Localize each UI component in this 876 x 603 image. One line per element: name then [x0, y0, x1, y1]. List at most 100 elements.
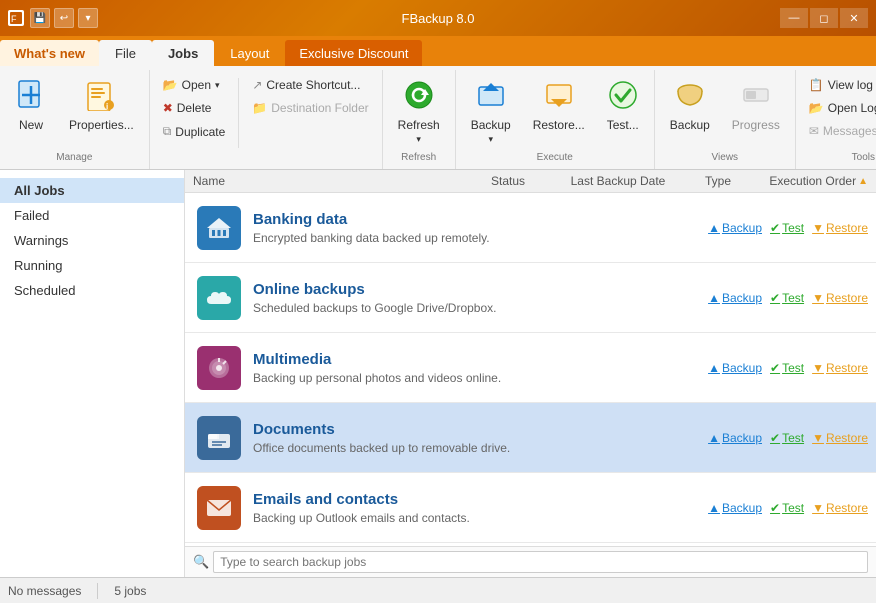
test-action-multimedia[interactable]: ✔ Test: [770, 361, 804, 375]
restore-action-cloud[interactable]: ▼ Restore: [812, 291, 868, 305]
job-desc-emails: Backing up Outlook emails and contacts.: [253, 511, 640, 525]
backup-action-documents[interactable]: ▲ Backup: [708, 431, 762, 445]
ribbon-group-views: Backup Progress Views: [655, 70, 796, 169]
sort-icon: ▲: [858, 176, 868, 187]
restore-down-arrow5: ▼: [812, 501, 824, 515]
views-group-label: Views: [661, 150, 789, 165]
sidebar-item-all-jobs[interactable]: All Jobs: [0, 178, 184, 203]
tab-whats-new[interactable]: What's new: [0, 40, 99, 66]
quick-undo-btn[interactable]: ↩: [54, 8, 74, 28]
backup-action-multimedia[interactable]: ▲ Backup: [708, 361, 762, 375]
messages-button[interactable]: ✉ Messages: [802, 120, 876, 142]
backup-arrow: ▾: [488, 134, 493, 145]
job-name-banking: Banking data: [253, 211, 640, 228]
col-status: Status: [468, 174, 548, 188]
search-input[interactable]: [213, 551, 868, 573]
progress-button[interactable]: Progress: [723, 74, 789, 137]
backup-action-banking[interactable]: ▲ Backup: [708, 221, 762, 235]
shortcut-destination-stack: ↗ Create Shortcut... 📁 Destination Folde…: [245, 74, 375, 119]
job-actions-cloud: ▲ Backup ✔ Test ▼ Restore: [648, 291, 868, 305]
test-check5: ✔: [770, 501, 780, 515]
backup-button[interactable]: Backup ▾: [462, 74, 520, 150]
status-divider: [97, 583, 98, 599]
job-icon-cloud: [193, 276, 245, 320]
quick-save-btn[interactable]: 💾: [30, 8, 50, 28]
backup-action-emails[interactable]: ▲ Backup: [708, 501, 762, 515]
manage-group-label2: [156, 161, 376, 165]
table-row[interactable]: Documents Office documents backed up to …: [185, 403, 876, 473]
backup-action-cloud[interactable]: ▲ Backup: [708, 291, 762, 305]
test-check: ✔: [770, 221, 780, 235]
restore-down-arrow: ▼: [812, 221, 824, 235]
tab-jobs[interactable]: Jobs: [152, 40, 214, 66]
close-button[interactable]: ✕: [840, 8, 868, 28]
job-actions-emails: ▲ Backup ✔ Test ▼ Restore: [648, 501, 868, 515]
open-log-folder-icon: 📂: [809, 101, 824, 115]
sidebar-item-warnings[interactable]: Warnings: [0, 228, 184, 253]
search-icon: 🔍: [193, 554, 209, 570]
create-shortcut-button[interactable]: ↗ Create Shortcut...: [245, 74, 375, 96]
job-info-documents: Documents Office documents backed up to …: [245, 421, 648, 455]
test-check4: ✔: [770, 431, 780, 445]
restore-button[interactable]: Restore...: [524, 74, 594, 137]
destination-folder-button[interactable]: 📁 Destination Folder: [245, 97, 375, 119]
ribbon-group-tools-content: 📋 View log ▾ 📂 Open Log Folder ✉ Message…: [802, 70, 876, 150]
open-log-folder-button[interactable]: 📂 Open Log Folder: [802, 97, 876, 119]
backup-up-arrow5: ▲: [708, 501, 720, 515]
job-name-documents: Documents: [253, 421, 640, 438]
test-action-emails[interactable]: ✔ Test: [770, 501, 804, 515]
test-action-documents[interactable]: ✔ Test: [770, 431, 804, 445]
restore-action-emails[interactable]: ▼ Restore: [812, 501, 868, 515]
ribbon-group-manage-content: 📂 Open ▾ ✖ Delete ⧉ Duplicate ↗ Create S…: [156, 70, 376, 161]
delete-button[interactable]: ✖ Delete: [156, 97, 233, 119]
job-actions-multimedia: ▲ Backup ✔ Test ▼ Restore: [648, 361, 868, 375]
open-arrow: ▾: [215, 80, 220, 91]
refresh-icon: [403, 79, 435, 116]
open-button[interactable]: 📂 Open ▾: [156, 74, 233, 96]
col-execution-order[interactable]: Execution Order ▲: [748, 174, 868, 188]
properties-icon: i: [85, 79, 117, 116]
tab-layout[interactable]: Layout: [214, 40, 285, 66]
test-action-banking[interactable]: ✔ Test: [770, 221, 804, 235]
table-row[interactable]: Online backups Scheduled backups to Goog…: [185, 263, 876, 333]
restore-down-arrow2: ▼: [812, 291, 824, 305]
backup-icon: [475, 79, 507, 116]
table-row[interactable]: Banking data Encrypted banking data back…: [185, 193, 876, 263]
tab-file[interactable]: File: [99, 40, 152, 66]
job-actions-documents: ▲ Backup ✔ Test ▼ Restore: [648, 431, 868, 445]
job-info-emails: Emails and contacts Backing up Outlook e…: [245, 491, 648, 525]
restore-action-documents[interactable]: ▼ Restore: [812, 431, 868, 445]
table-row[interactable]: Emails and contacts Backing up Outlook e…: [185, 473, 876, 543]
test-icon: [607, 79, 639, 116]
job-name-cloud: Online backups: [253, 281, 640, 298]
duplicate-button[interactable]: ⧉ Duplicate: [156, 120, 233, 143]
job-icon-documents: [193, 416, 245, 460]
restore-action-multimedia[interactable]: ▼ Restore: [812, 361, 868, 375]
view-log-icon: 📋: [809, 78, 824, 92]
title-bar: F 💾 ↩ ▾ FBackup 8.0 — ◻ ✕: [0, 0, 876, 36]
job-name-emails: Emails and contacts: [253, 491, 640, 508]
backupv-button[interactable]: Backup: [661, 74, 719, 137]
job-info-cloud: Online backups Scheduled backups to Goog…: [245, 281, 648, 315]
view-log-button[interactable]: 📋 View log ▾: [802, 74, 876, 96]
tab-exclusive-discount[interactable]: Exclusive Discount: [285, 40, 422, 66]
minimize-button[interactable]: —: [780, 8, 808, 28]
sidebar-item-failed[interactable]: Failed: [0, 203, 184, 228]
quick-arrow-btn[interactable]: ▾: [78, 8, 98, 28]
restore-button[interactable]: ◻: [810, 8, 838, 28]
test-action-cloud[interactable]: ✔ Test: [770, 291, 804, 305]
sidebar-item-running[interactable]: Running: [0, 253, 184, 278]
open-delete-stack: 📂 Open ▾ ✖ Delete ⧉ Duplicate: [156, 74, 233, 143]
restore-action-banking[interactable]: ▼ Restore: [812, 221, 868, 235]
status-jobs: 5 jobs: [114, 584, 146, 598]
new-button[interactable]: New: [6, 74, 56, 137]
status-messages: No messages: [8, 584, 81, 598]
properties-button[interactable]: i Properties...: [60, 74, 143, 137]
restore-down-arrow4: ▼: [812, 431, 824, 445]
job-desc-banking: Encrypted banking data backed up remotel…: [253, 231, 640, 245]
table-row[interactable]: Multimedia Backing up personal photos an…: [185, 333, 876, 403]
sidebar-item-scheduled[interactable]: Scheduled: [0, 278, 184, 303]
test-button[interactable]: Test...: [598, 74, 648, 137]
refresh-button[interactable]: Refresh ▾: [389, 74, 449, 150]
job-icon-multimedia: [193, 346, 245, 390]
